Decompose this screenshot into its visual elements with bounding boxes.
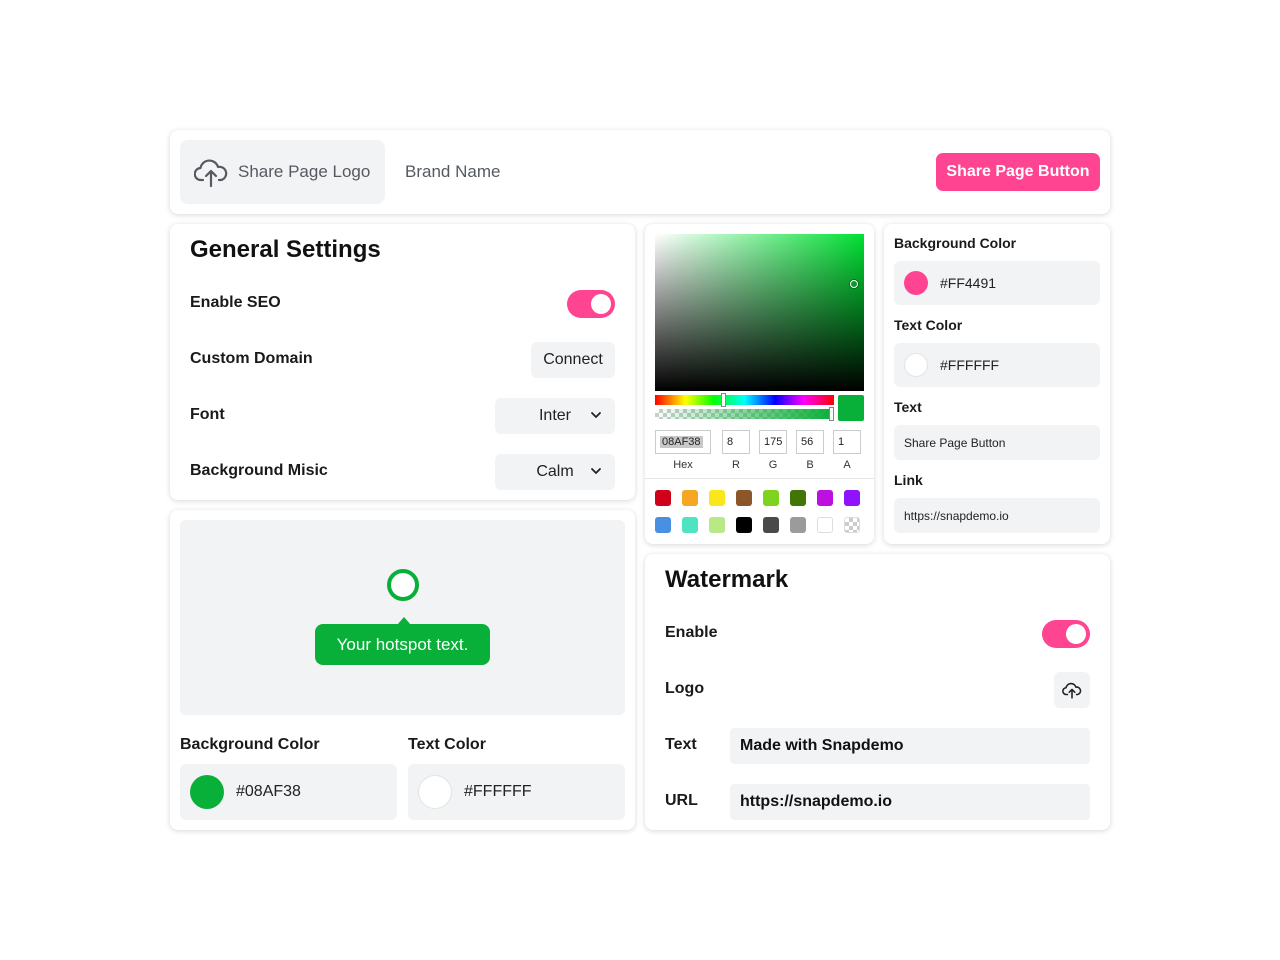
hex-input[interactable]: 08AF38 [655, 430, 711, 454]
button-link-label: Link [894, 472, 923, 488]
color-cursor[interactable] [850, 280, 858, 288]
hex-label: Hex [673, 459, 693, 471]
preset-color-swatch[interactable] [736, 490, 752, 506]
share-page-logo-upload[interactable]: Share Page Logo [180, 140, 385, 204]
preset-color-swatch[interactable] [736, 517, 752, 533]
preset-color-swatch[interactable] [817, 490, 833, 506]
preset-color-swatch[interactable] [709, 517, 725, 533]
hotspot-bg-color-label: Background Color [180, 736, 320, 753]
preset-color-swatch[interactable] [763, 490, 779, 506]
general-settings-panel: General Settings Enable SEO Custom Domai… [170, 224, 635, 500]
watermark-text-label: Text [665, 736, 697, 753]
green-label: G [768, 459, 778, 471]
preset-color-swatch[interactable] [655, 517, 671, 533]
color-value: #FFFFFF [464, 783, 532, 800]
toggle-knob [1066, 624, 1086, 644]
preset-color-swatch[interactable] [790, 517, 806, 533]
button-text-input[interactable]: Share Page Button [894, 425, 1100, 460]
button-link-input[interactable]: https://snapdemo.io [894, 498, 1100, 533]
background-music-label: Background Misic [190, 462, 328, 479]
watermark-enable-label: Enable [665, 624, 718, 641]
enable-seo-toggle[interactable] [567, 290, 615, 318]
hotspot-bg-color-field[interactable]: #08AF38 [180, 764, 397, 820]
button-bg-color-label: Background Color [894, 235, 1017, 251]
watermark-url-label: URL [665, 792, 698, 809]
color-picker: 08AF38 8 175 56 1 Hex R G B A [645, 224, 874, 544]
hotspot-text-color-label: Text Color [408, 736, 486, 753]
preset-color-swatch[interactable] [844, 517, 860, 533]
color-value: #FF4491 [940, 275, 997, 291]
preset-color-swatch[interactable] [682, 490, 698, 506]
red-input[interactable]: 8 [722, 430, 750, 454]
color-swatch [904, 353, 928, 377]
blue-input[interactable]: 56 [796, 430, 824, 454]
font-label: Font [190, 406, 225, 423]
saturation-value-area[interactable] [655, 234, 864, 391]
hotspot-tooltip[interactable]: Your hotspot text. [315, 624, 490, 665]
alpha-slider-handle[interactable] [829, 407, 834, 421]
preset-color-swatch[interactable] [655, 490, 671, 506]
alpha-label: A [843, 459, 851, 471]
panel-title: General Settings [190, 236, 381, 263]
button-text-color-label: Text Color [894, 317, 963, 333]
enable-seo-label: Enable SEO [190, 294, 281, 311]
color-value: #08AF38 [236, 783, 301, 800]
font-select-value: Inter [538, 407, 571, 424]
chevron-down-icon [591, 412, 601, 418]
cloud-upload-icon [194, 159, 228, 188]
background-music-select[interactable]: Calm [495, 454, 615, 490]
alpha-slider[interactable] [655, 407, 834, 421]
green-input[interactable]: 175 [759, 430, 787, 454]
hue-slider-handle[interactable] [721, 393, 726, 407]
preset-color-swatch[interactable] [817, 517, 833, 533]
current-color-preview [838, 395, 864, 421]
brand-name-field[interactable]: Brand Name [405, 162, 500, 182]
music-select-value: Calm [536, 463, 574, 480]
toggle-knob [591, 294, 611, 314]
hotspot-text-color-field[interactable]: #FFFFFF [408, 764, 625, 820]
preset-color-swatch[interactable] [790, 490, 806, 506]
panel-title: Watermark [665, 566, 789, 593]
color-value: #FFFFFF [940, 357, 1000, 373]
hotspot-settings-panel: Your hotspot text. Background Color Text… [170, 510, 635, 830]
watermark-text-input[interactable]: Made with Snapdemo [730, 728, 1090, 764]
cloud-upload-icon [1062, 682, 1082, 699]
chevron-down-icon [591, 468, 601, 474]
button-settings-panel: Background Color #FF4491 Text Color #FFF… [884, 224, 1110, 544]
preset-color-swatch[interactable] [682, 517, 698, 533]
custom-domain-label: Custom Domain [190, 350, 313, 367]
hue-slider[interactable] [655, 393, 834, 407]
preset-color-swatch[interactable] [709, 490, 725, 506]
watermark-logo-label: Logo [665, 680, 705, 697]
share-page-header-bar: Share Page Logo Brand Name Share Page Bu… [170, 130, 1110, 214]
divider [645, 478, 874, 479]
color-swatch [418, 775, 452, 809]
color-swatch [190, 775, 224, 809]
button-text-label: Text [894, 399, 922, 415]
watermark-enable-toggle[interactable] [1042, 620, 1090, 648]
watermark-url-input[interactable]: https://snapdemo.io [730, 784, 1090, 820]
preset-color-swatch[interactable] [763, 517, 779, 533]
blue-label: B [806, 459, 814, 471]
hex-value: 08AF38 [660, 436, 703, 448]
preset-color-swatch[interactable] [844, 490, 860, 506]
alpha-input[interactable]: 1 [833, 430, 861, 454]
button-text-color-field[interactable]: #FFFFFF [894, 343, 1100, 387]
red-label: R [732, 459, 740, 471]
color-swatch [904, 271, 928, 295]
watermark-panel: Watermark Enable Logo Text Made with Sna… [645, 554, 1110, 830]
hotspot-marker[interactable] [387, 569, 419, 601]
logo-label: Share Page Logo [238, 162, 371, 181]
button-bg-color-field[interactable]: #FF4491 [894, 261, 1100, 305]
font-select[interactable]: Inter [495, 398, 615, 434]
connect-domain-button[interactable]: Connect [531, 342, 615, 378]
watermark-logo-upload-button[interactable] [1054, 672, 1090, 708]
hotspot-preview: Your hotspot text. [180, 520, 625, 715]
share-page-button[interactable]: Share Page Button [936, 153, 1100, 191]
